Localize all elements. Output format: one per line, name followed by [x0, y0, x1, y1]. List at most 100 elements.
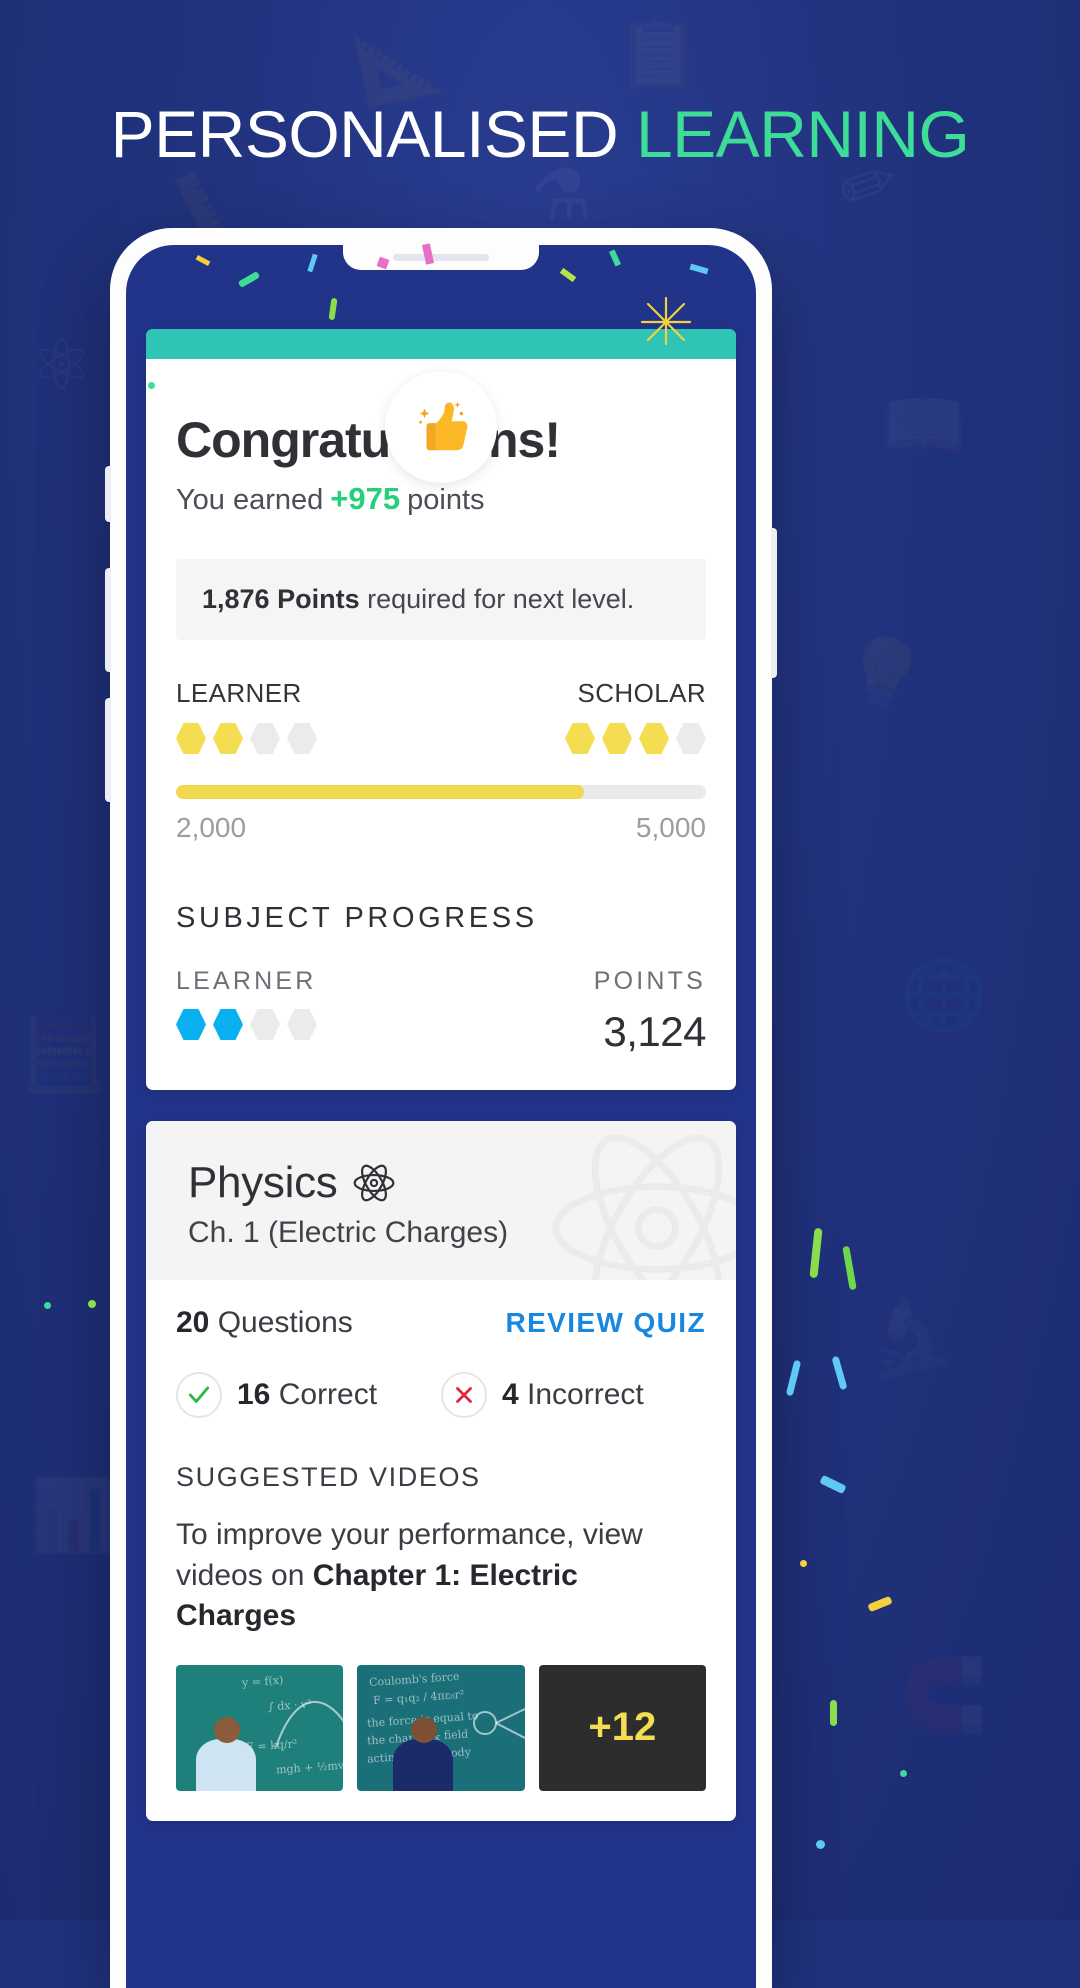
doodle-calculator: 🧮 — [20, 1020, 107, 1090]
next-level-points-word: Points — [277, 584, 360, 614]
headline-word-two: LEARNING — [635, 97, 970, 171]
next-level-points: 1,876 — [202, 584, 270, 614]
subject-points-label: POINTS — [593, 967, 706, 995]
hexagon-empty — [287, 722, 317, 755]
phone-power-button[interactable] — [771, 528, 777, 678]
thumbs-up-badge — [385, 371, 497, 483]
points-earned-prefix: You earned — [176, 484, 324, 516]
subject-tier-label: LEARNER — [176, 967, 317, 995]
next-level-banner: 1,876 Points required for next level. — [176, 559, 706, 640]
level-range-max: 5,000 — [635, 812, 706, 843]
hexagon-empty — [287, 1008, 317, 1041]
tier-scholar-label: SCHOLAR — [577, 678, 706, 708]
video-thumbnail-1[interactable]: y = f(x) ∫ dx · v² E = kq/r² mgh + ½mv² — [176, 1664, 344, 1791]
doodle-globe: 🌐 — [900, 960, 987, 1030]
hexagon-empty — [250, 722, 280, 755]
teacher-head — [214, 1716, 240, 1743]
doodle-book: 📖 — [880, 390, 967, 460]
phone-volume-up-button[interactable] — [105, 568, 111, 672]
level-progress-fill — [176, 785, 585, 799]
points-earned-suffix: points — [407, 484, 485, 516]
hexagon-filled — [602, 722, 632, 755]
subject-progress-heading: SUBJECT PROGRESS — [176, 902, 538, 934]
points-earned-line: You earned +975 points — [176, 481, 706, 517]
quiz-results-body: 20 Questions REVIEW QUIZ 16 Correct 4 In… — [146, 1280, 736, 1821]
thumbs-up-icon — [419, 401, 468, 451]
doodle-bulb: 💡 — [832, 626, 934, 724]
subject-tier-block: LEARNER — [176, 967, 317, 1041]
cross-icon — [441, 1372, 487, 1418]
chalk-scribble: Coulomb's force — [368, 1669, 461, 1689]
subject-tier-hexagons — [176, 1008, 317, 1041]
quiz-summary-row: 20 Questions REVIEW QUIZ — [176, 1306, 706, 1340]
page-title: PERSONALISED LEARNING — [0, 96, 1080, 172]
video-thumbnail-3[interactable]: +12 — [538, 1664, 706, 1791]
confetti-sparkle — [640, 296, 692, 348]
tier-scholar: SCHOLAR — [565, 678, 706, 755]
check-icon — [176, 1372, 222, 1418]
atom-icon — [353, 1164, 394, 1202]
confetti-dot — [816, 1840, 825, 1849]
incorrect-count: 4 — [502, 1378, 519, 1411]
confetti-dot — [900, 1770, 907, 1777]
hexagon-filled — [176, 1008, 206, 1041]
tier-learner-hexagons — [176, 722, 317, 755]
correct-score: 16 Correct — [176, 1372, 441, 1418]
tier-scholar-hexagons — [565, 722, 706, 755]
headline-word-one: PERSONALISED — [110, 97, 619, 171]
doodle-magnet: 🧲 — [900, 1660, 987, 1730]
hexagon-empty — [250, 1008, 280, 1041]
incorrect-score: 4 Incorrect — [441, 1372, 644, 1418]
suggested-videos-heading: SUGGESTED VIDEOS — [176, 1462, 481, 1492]
teacher-head — [411, 1716, 438, 1743]
level-range-min: 2,000 — [176, 812, 247, 843]
doodle-atom: ⚛ — [30, 330, 93, 400]
teacher-figure — [393, 1738, 454, 1791]
doodle-graph: 📊 — [30, 1480, 117, 1550]
chalk-curve — [275, 1700, 344, 1747]
confetti-dot — [88, 1300, 96, 1308]
suggested-videos-description: To improve your performance, view videos… — [176, 1515, 706, 1637]
confetti-dot — [44, 1302, 51, 1309]
tier-badges-row: LEARNER SCHOLAR — [176, 678, 706, 755]
subject-points-value: 3,124 — [603, 1008, 706, 1055]
video-thumbnail-2[interactable]: Coulomb's force F = q₁q₂ / 4πε₀r² the fo… — [357, 1664, 525, 1791]
congratulations-card: Congratulations! You earned +975 points 1,… — [146, 329, 736, 1090]
level-range-labels: 2,000 5,000 — [176, 812, 706, 844]
confetti-piece — [830, 1700, 837, 1726]
questions-count: 20 — [176, 1306, 210, 1339]
tier-learner-label: LEARNER — [176, 678, 302, 708]
suggested-videos-list: y = f(x) ∫ dx · v² E = kq/r² mgh + ½mv² … — [176, 1664, 706, 1791]
physics-quiz-card: Physics Ch. 1 (Electric Charges) 20 Ques… — [146, 1121, 736, 1821]
phone-silent-switch[interactable] — [105, 466, 111, 522]
doodle-microscope: 🔬 — [851, 1285, 955, 1386]
chalk-diagram — [473, 1707, 525, 1739]
phone-volume-down-button[interactable] — [105, 698, 111, 802]
tier-learner: LEARNER — [176, 678, 317, 755]
more-videos-badge: +12 — [588, 1705, 657, 1749]
hexagon-empty — [676, 722, 706, 755]
incorrect-word: Incorrect — [527, 1378, 644, 1411]
review-quiz-link[interactable]: REVIEW QUIZ — [505, 1307, 706, 1339]
phone-screen: Congratulations! You earned +975 points 1,… — [126, 245, 756, 1988]
questions-count-text: 20 Questions — [176, 1306, 353, 1340]
physics-subject-name: Physics — [188, 1158, 338, 1207]
phone-mockup: Congratulations! You earned +975 points 1,… — [105, 228, 777, 1988]
hexagon-filled — [176, 722, 206, 755]
next-level-description: required for next level. — [367, 584, 635, 614]
hexagon-filled — [565, 722, 595, 755]
subject-points-block: POINTS 3,124 — [593, 967, 707, 1056]
hexagon-filled — [213, 1008, 243, 1041]
quiz-score-row: 16 Correct 4 Incorrect — [176, 1372, 706, 1418]
physics-card-header: Physics Ch. 1 (Electric Charges) — [146, 1121, 736, 1280]
chalk-scribble: F = q₁q₂ / 4πε₀r² — [372, 1687, 466, 1707]
level-progress-bar — [176, 785, 706, 799]
doodle-ruler: 📐 — [347, 14, 449, 112]
correct-word: Correct — [278, 1378, 378, 1411]
subject-progress-row: LEARNER POINTS 3,124 — [176, 967, 707, 1056]
correct-text: 16 Correct — [237, 1378, 377, 1412]
atom-watermark-icon — [552, 1134, 736, 1280]
confetti-dot — [148, 382, 155, 389]
correct-count: 16 — [237, 1378, 271, 1411]
chalk-scribble: mgh + ½mv² — [275, 1757, 344, 1777]
